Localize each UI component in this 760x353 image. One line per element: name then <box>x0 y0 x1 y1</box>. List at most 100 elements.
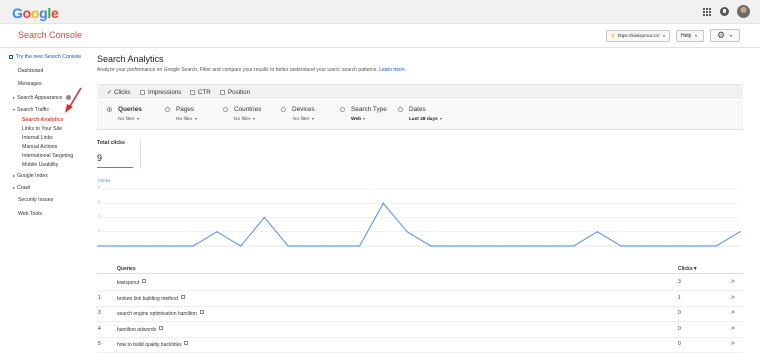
data-point[interactable] <box>644 245 646 247</box>
table-row[interactable]: 5 how to build quality backlinks 0 » <box>97 338 743 353</box>
sidebar-item-new-console[interactable]: Try the new Search Console <box>9 54 81 60</box>
dates-dropdown[interactable]: Last 28 days <box>409 117 442 122</box>
data-point[interactable] <box>144 245 147 247</box>
metric-position-checkbox[interactable]: Position <box>220 89 250 96</box>
data-point[interactable] <box>739 231 741 233</box>
query-text[interactable]: broken link building method <box>117 294 185 302</box>
sidebar-item-google-index[interactable]: Google Index <box>13 173 48 179</box>
open-details-icon[interactable]: » <box>731 309 735 316</box>
data-point[interactable] <box>691 245 694 247</box>
devices-filter-dropdown[interactable]: No filter <box>293 117 314 122</box>
sidebar-item-crawl[interactable]: Crawl <box>13 185 30 191</box>
data-point[interactable] <box>501 245 503 247</box>
query-text[interactable]: search engine optimisation hamilton <box>117 310 204 317</box>
sidebar-item-web-tools[interactable]: Web Tools <box>18 211 42 217</box>
external-link-icon[interactable] <box>180 294 185 299</box>
filter-label: Last 28 days <box>409 117 438 122</box>
external-link-icon[interactable] <box>199 310 204 315</box>
table-row[interactable]: 4 hamilton adwords 0 » <box>97 323 743 338</box>
settings-button[interactable]: ⚙ <box>710 29 740 42</box>
table-row[interactable]: 1 broken link building method 1 » <box>97 292 743 307</box>
total-clicks-card[interactable]: Total clicks 9 <box>97 140 141 168</box>
pages-filter-dropdown[interactable]: No filter <box>176 117 197 122</box>
avatar[interactable] <box>737 5 750 18</box>
sidebar-item-label: Search Traffic <box>17 107 49 113</box>
data-point[interactable] <box>454 245 456 247</box>
app-title[interactable]: Search Console <box>18 30 82 40</box>
data-point[interactable] <box>430 245 432 247</box>
open-details-icon[interactable]: » <box>731 278 735 285</box>
dimension-devices-radio[interactable]: Devices <box>281 106 315 113</box>
sidebar-item-links-to-site[interactable]: Links to Your Site <box>22 126 62 132</box>
sidebar-item-search-appearance[interactable]: Search Appearance <box>13 95 71 101</box>
data-point[interactable] <box>525 245 527 247</box>
data-point[interactable] <box>382 202 384 204</box>
dimension-pages-radio[interactable]: Pages <box>165 106 194 113</box>
dimension-search-type-radio[interactable]: Search Type <box>340 106 387 113</box>
page-description: Analyze your performance on Google Searc… <box>97 67 406 73</box>
apps-icon[interactable] <box>703 8 711 16</box>
external-link-icon[interactable] <box>184 341 189 346</box>
sidebar-item-messages[interactable]: Messages <box>18 81 42 87</box>
sidebar-item-dashboard[interactable]: Dashboard <box>18 68 43 74</box>
sidebar-item-internal-links[interactable]: Internal Links <box>22 135 53 141</box>
query-text[interactable]: kiwisprout <box>117 279 147 286</box>
column-header-clicks[interactable]: Clicks▼ <box>678 266 698 272</box>
data-point[interactable] <box>97 245 99 247</box>
open-details-icon[interactable]: » <box>731 325 735 332</box>
dimension-countries-radio[interactable]: Countries <box>223 106 261 113</box>
open-details-icon[interactable]: » <box>731 294 735 301</box>
sidebar-item-search-traffic[interactable]: Search Traffic <box>13 107 49 113</box>
data-point[interactable] <box>168 245 170 247</box>
metric-clicks-checkbox[interactable]: ✓ Clicks <box>107 89 131 96</box>
sidebar-item-security-issues[interactable]: Security Issues <box>18 197 53 203</box>
metric-underline <box>97 167 133 168</box>
data-point[interactable] <box>620 245 622 247</box>
sidebar-item-mobile-usability[interactable]: Mobile Usability <box>22 162 58 168</box>
google-logo[interactable]: Google <box>12 5 59 21</box>
dimension-label: Queries <box>118 106 142 113</box>
data-point[interactable] <box>121 245 123 247</box>
data-point[interactable] <box>216 231 218 233</box>
clicks-value: 0 <box>678 341 681 348</box>
data-point[interactable] <box>406 231 408 233</box>
data-point[interactable] <box>335 245 337 247</box>
metric-ctr-checkbox[interactable]: CTR <box>190 89 211 96</box>
site-selector[interactable]: ⚡ https://kiwisprout.co/ <box>606 30 670 42</box>
data-point[interactable] <box>240 245 242 247</box>
queries-filter-dropdown[interactable]: No filter <box>118 117 139 122</box>
help-button[interactable]: Help <box>676 30 704 42</box>
data-point[interactable] <box>715 245 717 247</box>
sidebar-item-search-analytics[interactable]: Search Analytics <box>22 117 64 123</box>
search-type-dropdown[interactable]: Web <box>351 117 366 122</box>
learn-more-link[interactable]: Learn more. <box>379 67 406 73</box>
data-point[interactable] <box>477 245 480 247</box>
data-point[interactable] <box>358 245 361 247</box>
table-row[interactable]: kiwisprout 3 » <box>97 276 743 291</box>
series-line[interactable] <box>98 202 741 247</box>
external-link-icon[interactable] <box>142 279 147 283</box>
data-point[interactable] <box>596 231 598 233</box>
data-point[interactable] <box>549 245 551 247</box>
column-header-query[interactable]: Queries <box>117 266 136 272</box>
metric-impressions-checkbox[interactable]: Impressions <box>140 89 181 96</box>
data-point[interactable] <box>192 245 194 247</box>
external-link-icon[interactable] <box>159 325 164 330</box>
dimension-label: Countries <box>234 106 262 113</box>
checkbox-icon <box>140 89 145 95</box>
sidebar-item-manual-actions[interactable]: Manual Actions <box>22 144 57 150</box>
data-point[interactable] <box>668 245 670 247</box>
query-text[interactable]: hamilton adwords <box>117 325 164 333</box>
table-row[interactable]: 3 search engine optimisation hamilton 0 » <box>97 307 743 323</box>
data-point[interactable] <box>572 245 575 247</box>
data-point[interactable] <box>311 245 313 247</box>
data-point[interactable] <box>263 216 266 219</box>
query-text[interactable]: how to build quality backlinks <box>117 341 189 348</box>
dimension-queries-radio[interactable]: Queries <box>107 106 142 113</box>
sidebar-item-international-targeting[interactable]: International Targeting <box>22 153 73 159</box>
notifications-icon[interactable] <box>720 7 729 16</box>
countries-filter-dropdown[interactable]: No filter <box>234 117 255 122</box>
data-point[interactable] <box>287 245 289 247</box>
dimension-dates-radio[interactable]: Dates <box>398 106 426 113</box>
open-details-icon[interactable]: » <box>731 340 735 347</box>
